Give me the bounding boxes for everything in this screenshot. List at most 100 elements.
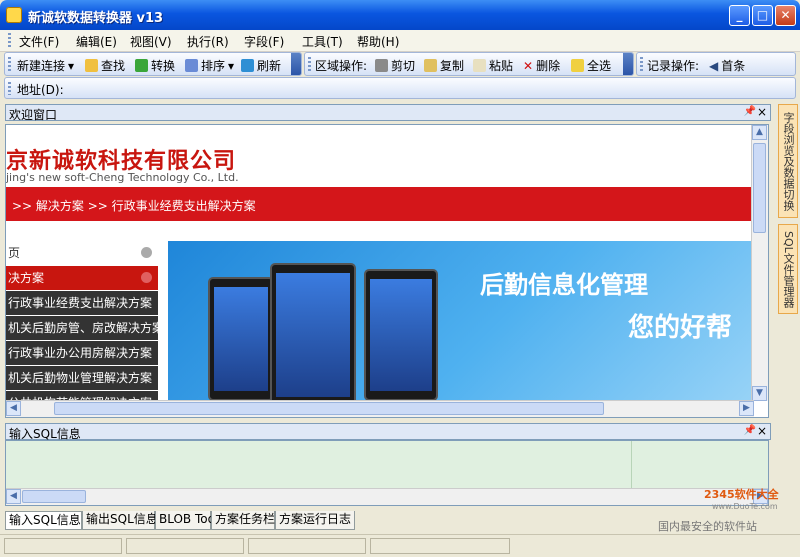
menu-tools[interactable]: 工具(T): [302, 33, 343, 50]
find-button[interactable]: 查找: [85, 57, 125, 74]
status-cell: [370, 538, 510, 554]
minimize-button[interactable]: _: [729, 5, 750, 26]
main-toolbar: 新建连接 ▾ 查找 转换 排序 ▾ 刷新: [4, 52, 302, 76]
select-all-icon: [571, 59, 584, 72]
status-cell: [248, 538, 366, 554]
address-bar: 地址(D):: [4, 77, 796, 99]
toolbar-grip: [8, 82, 11, 95]
nav-item-label: 决方案: [8, 271, 45, 285]
delete-icon: ✕: [523, 58, 534, 73]
new-connection-button[interactable]: 新建连接 ▾: [17, 57, 74, 74]
scroll-left-icon[interactable]: ◀: [6, 489, 21, 504]
nav-item-housing[interactable]: 机关后勤房管、房改解决方案: [6, 316, 158, 341]
convert-label: 转换: [151, 59, 176, 73]
new-connection-label: 新建连接: [17, 59, 66, 73]
panel-close-icon[interactable]: ×: [757, 424, 767, 438]
toolbar-overflow-icon[interactable]: [623, 53, 633, 75]
find-label: 查找: [101, 59, 126, 73]
tab-blob-tool[interactable]: BLOB Tool: [155, 511, 218, 530]
browser-horizontal-scrollbar[interactable]: ◀ ▶: [6, 400, 754, 417]
arrow-circle-icon: [141, 247, 152, 258]
first-record-button[interactable]: ◀ 首条: [709, 57, 745, 74]
phone-image: [364, 269, 438, 401]
address-label: 地址(D):: [17, 83, 64, 97]
convert-icon: [135, 59, 148, 72]
first-record-label: 首条: [721, 59, 746, 73]
tab-input-sql[interactable]: 输入SQL信息: [5, 511, 82, 530]
copy-icon: [424, 59, 437, 72]
maximize-button[interactable]: □: [752, 5, 773, 26]
area-label: 区域操作:: [315, 59, 368, 73]
scroll-thumb[interactable]: [22, 490, 86, 503]
menu-edit[interactable]: 编辑(E): [76, 33, 117, 50]
welcome-panel-title: 欢迎窗口: [9, 108, 58, 122]
paste-button[interactable]: 粘贴: [473, 57, 513, 74]
welcome-browser: 京新诚软科技有限公司 jing's new soft-Cheng Technol…: [5, 124, 769, 418]
arrow-circle-icon: [141, 272, 152, 283]
cut-label: 剪切: [391, 59, 416, 73]
nav-item-solutions[interactable]: 决方案: [6, 266, 158, 291]
status-cell: [126, 538, 244, 554]
convert-button[interactable]: 转换: [135, 57, 175, 74]
refresh-label: 刷新: [257, 59, 282, 73]
menu-file[interactable]: 文件(F): [19, 33, 59, 50]
browser-vertical-scrollbar[interactable]: ▲ ▼: [751, 125, 768, 401]
select-all-button[interactable]: 全选: [571, 57, 611, 74]
pin-icon[interactable]: 📌: [744, 425, 756, 436]
sort-label: 排序: [201, 59, 226, 73]
delete-label: 删除: [536, 59, 561, 73]
paste-icon: [473, 59, 486, 72]
menu-help[interactable]: 帮助(H): [357, 33, 399, 50]
toolbar-grip: [8, 57, 11, 71]
dropdown-arrow-icon: ▾: [228, 58, 235, 73]
status-bar: [0, 534, 800, 557]
nav-item-label: 行政事业经费支出解决方案: [8, 296, 153, 310]
solution-nav: 页 决方案 行政事业经费支出解决方案 机关后勤房管、房改解决方案 行政事业办公用…: [6, 241, 158, 416]
menu-field[interactable]: 字段(F): [244, 33, 284, 50]
scroll-thumb[interactable]: [753, 143, 766, 233]
breadcrumb-bar: >> 解决方案 >> 行政事业经费支出解决方案: [6, 187, 754, 221]
field-browser-panel-tab[interactable]: 字段浏览及数据切换: [778, 104, 798, 218]
sort-icon: [185, 59, 198, 72]
copy-label: 复制: [440, 59, 465, 73]
phone-image: [208, 277, 274, 401]
phone-image: [270, 263, 356, 407]
company-english-name: jing's new soft-Cheng Technology Co., Lt…: [6, 171, 239, 184]
tab-output-sql[interactable]: 输出SQL信息: [82, 511, 158, 530]
scroll-left-icon[interactable]: ◀: [6, 401, 21, 416]
nav-item-office[interactable]: 行政事业办公用房解决方案: [6, 341, 158, 366]
scroll-down-icon[interactable]: ▼: [752, 386, 767, 401]
nav-item-label: 行政事业办公用房解决方案: [8, 346, 153, 360]
paste-label: 粘贴: [489, 59, 514, 73]
arrow-left-icon: ◀: [709, 58, 719, 73]
area-toolbar: 区域操作: 剪切 复制 粘贴 ✕ 删除 全选: [304, 52, 634, 76]
close-button[interactable]: ✕: [775, 5, 796, 26]
cut-button[interactable]: 剪切: [375, 57, 415, 74]
sql-file-manager-panel-tab[interactable]: SQL文件管理器: [778, 224, 798, 314]
column-divider: [631, 441, 632, 489]
scroll-thumb[interactable]: [54, 402, 604, 415]
delete-button[interactable]: ✕ 删除: [523, 57, 560, 74]
scroll-up-icon[interactable]: ▲: [752, 125, 767, 140]
menu-run[interactable]: 执行(R): [187, 33, 229, 50]
tab-task-bar[interactable]: 方案任务栏: [211, 511, 275, 530]
scroll-right-icon[interactable]: ▶: [739, 401, 754, 416]
menu-view[interactable]: 视图(V): [130, 33, 172, 50]
toolbar-grip: [640, 57, 643, 71]
promo-banner: 后勤信息化管理 您的好帮: [168, 241, 754, 411]
menu-grip: [8, 33, 11, 48]
nav-item-expenditure[interactable]: 行政事业经费支出解决方案: [6, 291, 158, 316]
select-all-label: 全选: [587, 59, 612, 73]
tab-run-log[interactable]: 方案运行日志: [275, 511, 355, 530]
sort-button[interactable]: 排序 ▾: [185, 57, 234, 74]
panel-close-icon[interactable]: ×: [757, 105, 767, 119]
refresh-button[interactable]: 刷新: [241, 57, 281, 74]
watermark-url: www.DuoTe.com: [712, 502, 778, 511]
banner-headline: 后勤信息化管理: [480, 271, 648, 299]
breadcrumb[interactable]: >> 解决方案 >> 行政事业经费支出解决方案: [12, 197, 256, 214]
copy-button[interactable]: 复制: [424, 57, 464, 74]
nav-item-home[interactable]: 页: [6, 241, 158, 266]
nav-item-property[interactable]: 机关后勤物业管理解决方案: [6, 366, 158, 391]
pin-icon[interactable]: 📌: [744, 106, 756, 117]
toolbar-overflow-icon[interactable]: [291, 53, 301, 75]
